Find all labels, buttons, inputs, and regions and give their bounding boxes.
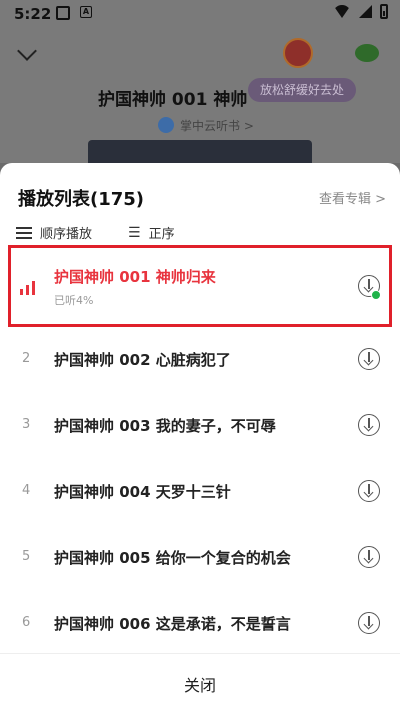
- sort-button[interactable]: ☰ 正序: [128, 223, 175, 243]
- sort-label: 正序: [148, 227, 175, 242]
- order-play-label: 顺序播放: [40, 227, 93, 242]
- player-background: 护国神帅 001 神帅归来 放松舒缓好去处 掌中云听书 >: [0, 28, 400, 180]
- track-index: 3: [22, 417, 31, 432]
- source-label[interactable]: 掌中云听书 >: [180, 117, 254, 134]
- track-name: 护国神帅 006 这是承诺，不是誓言: [54, 615, 291, 633]
- track-name: 护国神帅 003 我的妻子，不可辱: [54, 417, 276, 435]
- track-index: 2: [22, 351, 31, 366]
- playing-bars-icon: [20, 281, 35, 295]
- chevron-down-icon[interactable]: [17, 41, 37, 61]
- mascot-icon[interactable]: [283, 38, 313, 68]
- track-name: 护国神帅 005 给你一个复合的机会: [54, 549, 291, 567]
- track-row[interactable]: 6 护国神帅 006 这是承诺，不是誓言: [0, 591, 400, 657]
- download-icon[interactable]: [358, 348, 380, 370]
- downloaded-check-icon: [371, 290, 381, 300]
- track-index: 6: [22, 615, 31, 630]
- download-icon[interactable]: [358, 546, 380, 568]
- notification-icon: [56, 6, 70, 20]
- track-name: 护国神帅 001 神帅归来: [54, 268, 216, 286]
- list-icon: [16, 226, 32, 239]
- download-icon[interactable]: [358, 480, 380, 502]
- track-row[interactable]: 3 护国神帅 003 我的妻子，不可辱: [0, 393, 400, 459]
- download-icon[interactable]: [358, 414, 380, 436]
- sim-icon: A: [80, 6, 92, 18]
- track-name: 护国神帅 004 天罗十三针: [54, 483, 231, 501]
- download-icon[interactable]: [358, 612, 380, 634]
- order-play-button[interactable]: 顺序播放: [16, 223, 92, 242]
- signal-icon: [359, 5, 372, 18]
- track-row[interactable]: 4 护国神帅 004 天罗十三针: [0, 459, 400, 525]
- wifi-icon: [333, 5, 351, 18]
- view-album-link[interactable]: 查看专辑 >: [319, 188, 386, 207]
- tooltip-bubble[interactable]: 放松舒缓好去处: [248, 78, 357, 102]
- player-title: 护国神帅 001 神帅归来: [98, 90, 248, 110]
- track-index: 4: [22, 483, 31, 498]
- track-index: 5: [22, 549, 31, 564]
- playlist-title: 播放列表(175): [18, 189, 145, 210]
- track-name: 护国神帅 002 心脏病犯了: [54, 351, 231, 369]
- status-bar: 5:22 A: [0, 0, 400, 28]
- playlist-sheet: 播放列表(175) 查看专辑 > 顺序播放 ☰ 正序 护国神帅 001 神帅归来…: [0, 163, 400, 710]
- track-progress: 已听4%: [54, 294, 94, 307]
- status-time: 5:22: [14, 5, 52, 23]
- battery-icon: [380, 4, 388, 19]
- track-row[interactable]: 2 护国神帅 002 心脏病犯了: [0, 327, 400, 393]
- track-row[interactable]: 5 护国神帅 005 给你一个复合的机会: [0, 525, 400, 591]
- source-logo-icon: [158, 117, 174, 133]
- sort-icon: ☰: [128, 224, 141, 241]
- track-row-active[interactable]: 护国神帅 001 神帅归来 已听4%: [0, 245, 400, 327]
- playback-mode-row: 顺序播放 ☰ 正序: [16, 223, 211, 242]
- wechat-icon[interactable]: [355, 44, 379, 62]
- close-button[interactable]: 关闭: [0, 653, 400, 710]
- close-label: 关闭: [183, 676, 216, 695]
